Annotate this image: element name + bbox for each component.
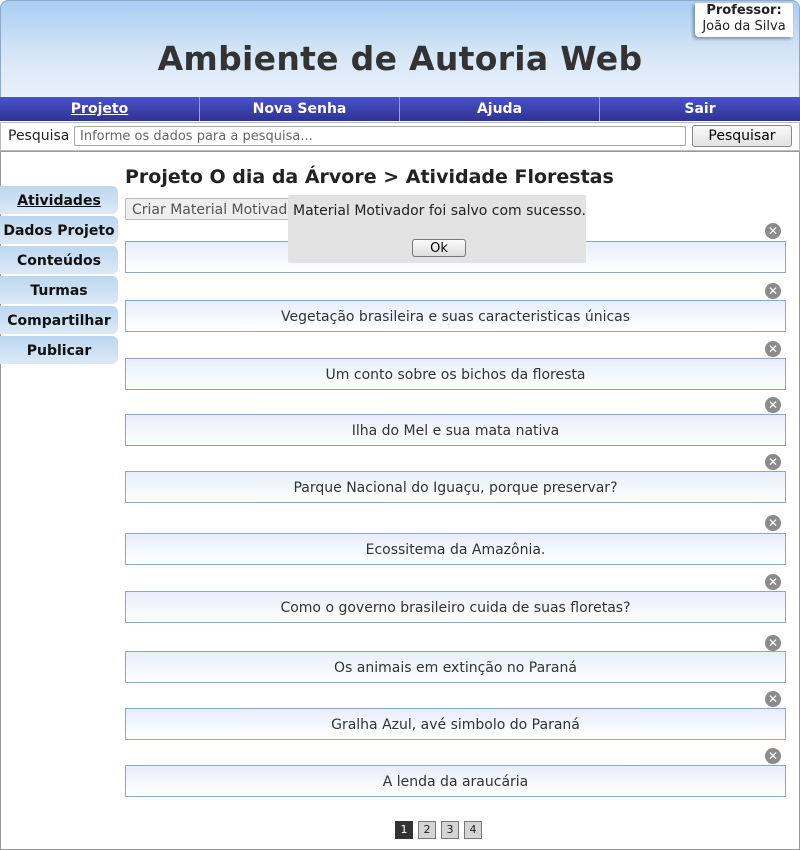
list-item[interactable]: Como o governo brasileiro cuida de suas … xyxy=(125,591,786,623)
nav-item-sair[interactable]: Sair xyxy=(600,97,800,121)
nav-item-nova-senha[interactable]: Nova Senha xyxy=(200,97,400,121)
page-button-2[interactable]: 2 xyxy=(418,821,436,839)
dialog-message: Material Motivador foi salvo com sucesso… xyxy=(293,203,586,219)
nav-item-projeto[interactable]: Projeto xyxy=(0,97,200,121)
page-button-4[interactable]: 4 xyxy=(464,821,482,839)
page-button-3[interactable]: 3 xyxy=(441,821,459,839)
success-dialog: Material Motivador foi salvo com sucesso… xyxy=(288,195,586,263)
sidebar-item-publicar[interactable]: Publicar xyxy=(0,336,118,364)
list-item[interactable]: A lenda da araucária xyxy=(125,765,786,797)
sidebar-item-compartilhar[interactable]: Compartilhar xyxy=(0,306,118,334)
delete-icon[interactable]: ✕ xyxy=(765,691,781,707)
page-button-1[interactable]: 1 xyxy=(395,821,413,839)
delete-icon[interactable]: ✕ xyxy=(765,223,781,239)
delete-icon[interactable]: ✕ xyxy=(765,397,781,413)
list-item[interactable]: Os animais em extinção no Paraná xyxy=(125,651,786,683)
delete-icon[interactable]: ✕ xyxy=(765,574,781,590)
search-bar: Pesquisa Pesquisar xyxy=(0,122,800,151)
sidebar-item-dados-projeto[interactable]: Dados Projeto xyxy=(0,216,118,244)
pagination: 1 2 3 4 xyxy=(395,821,482,839)
app-header: Ambiente de Autoria Web Professor: João … xyxy=(0,0,800,98)
list-item[interactable]: Parque Nacional do Iguaçu, porque preser… xyxy=(125,471,786,503)
list-item[interactable]: Ecossitema da Amazônia. xyxy=(125,533,786,565)
create-material-button[interactable]: Criar Material Motivador xyxy=(125,198,295,220)
professor-box: Professor: João da Silva xyxy=(695,3,793,37)
list-item[interactable]: Um conto sobre os bichos da floresta xyxy=(125,358,786,390)
main-nav: Projeto Nova Senha Ajuda Sair xyxy=(0,97,800,121)
sidebar-item-conteudos[interactable]: Conteúdos xyxy=(0,246,118,274)
ok-button[interactable]: Ok xyxy=(412,239,466,257)
professor-name: João da Silva xyxy=(702,19,786,34)
list-item[interactable]: Vegetação brasileira e suas caracteristi… xyxy=(125,300,786,332)
nav-item-ajuda[interactable]: Ajuda xyxy=(400,97,600,121)
list-item[interactable]: Ilha do Mel e sua mata nativa xyxy=(125,414,786,446)
delete-icon[interactable]: ✕ xyxy=(765,283,781,299)
sidebar: Atividades Dados Projeto Conteúdos Turma… xyxy=(0,186,118,366)
list-item[interactable]: Gralha Azul, avé simbolo do Paraná xyxy=(125,708,786,740)
sidebar-item-turmas[interactable]: Turmas xyxy=(0,276,118,304)
delete-icon[interactable]: ✕ xyxy=(765,454,781,470)
delete-icon[interactable]: ✕ xyxy=(765,635,781,651)
sidebar-item-atividades[interactable]: Atividades xyxy=(0,186,118,214)
delete-icon[interactable]: ✕ xyxy=(765,515,781,531)
breadcrumb: Projeto O dia da Árvore > Atividade Flor… xyxy=(125,166,614,188)
professor-label: Professor: xyxy=(706,3,782,18)
delete-icon[interactable]: ✕ xyxy=(765,748,781,764)
search-input[interactable] xyxy=(74,126,686,146)
delete-icon[interactable]: ✕ xyxy=(765,341,781,357)
app-title: Ambiente de Autoria Web xyxy=(157,39,643,78)
search-button[interactable]: Pesquisar xyxy=(692,125,792,147)
search-label: Pesquisa xyxy=(8,128,70,144)
